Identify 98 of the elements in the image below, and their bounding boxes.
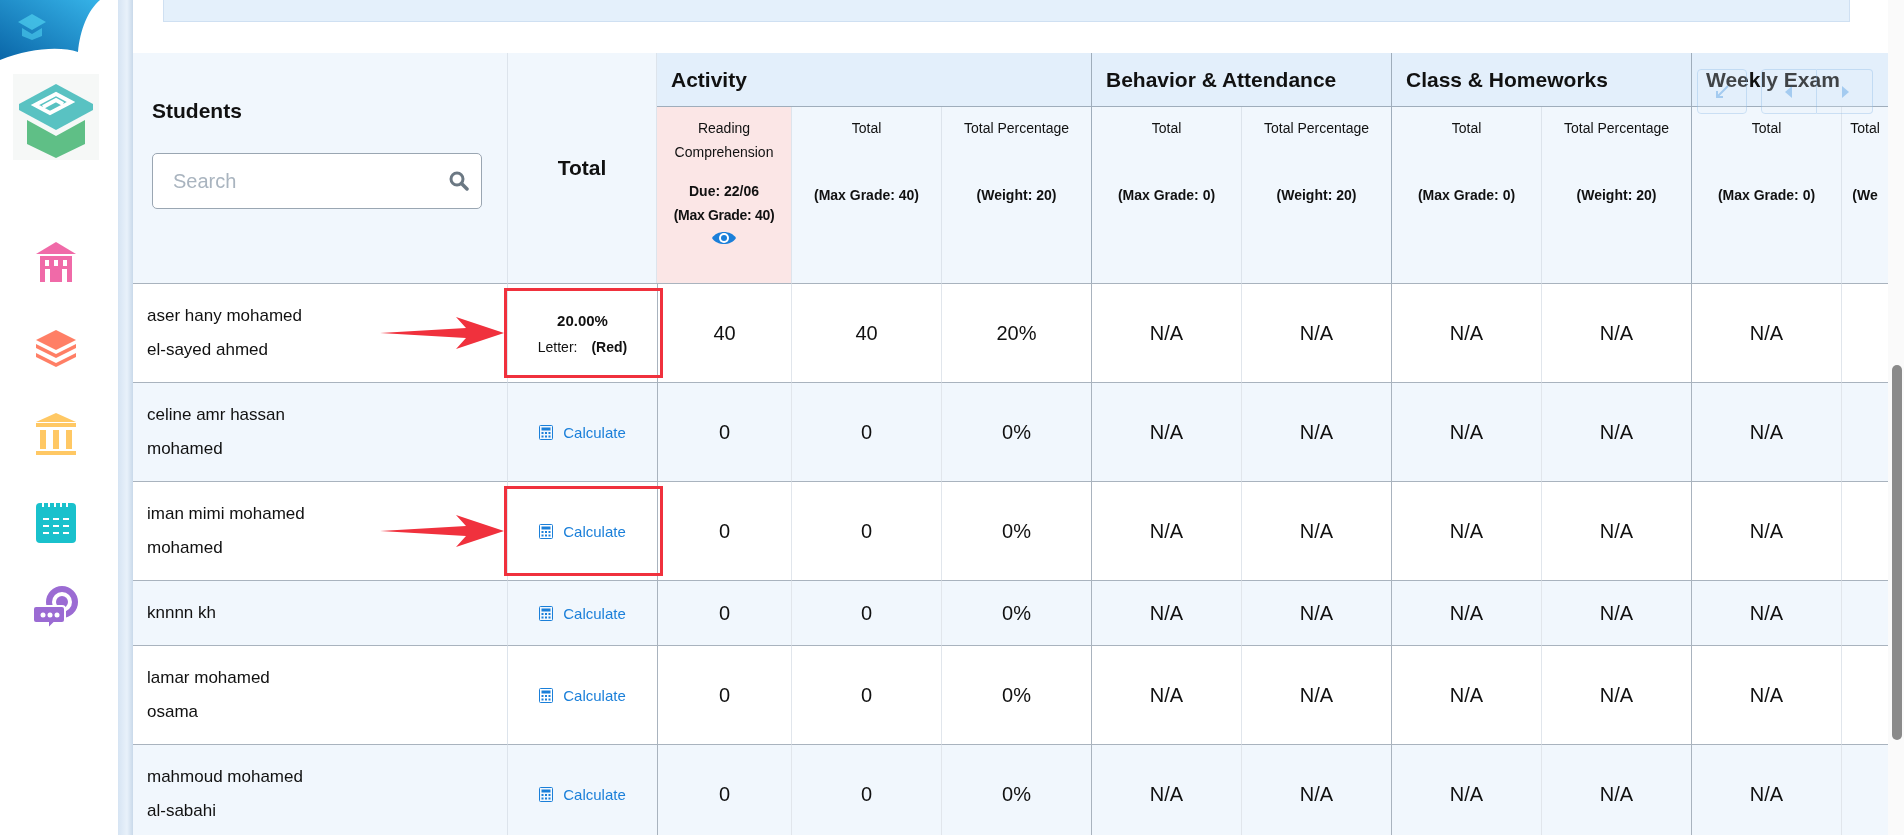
grade-cell: 0 <box>791 382 941 481</box>
group-header: Activity <box>657 53 1091 107</box>
grade-cell: N/A <box>1091 283 1241 382</box>
total-heading: Total <box>508 53 657 283</box>
column-detail: (Max Grade: 40) <box>673 206 775 225</box>
column-detail: (Weight: 20) <box>1276 186 1357 205</box>
grade-cell: N/A <box>1691 580 1841 645</box>
calculator-icon <box>539 605 554 621</box>
grade-cell: N/A <box>1541 382 1691 481</box>
calculate-link[interactable]: Calculate <box>537 684 628 706</box>
column-title: Total <box>851 119 882 138</box>
column-detail: (Max Grade: 0) <box>1717 186 1816 205</box>
grade-cell: 0 <box>657 744 791 835</box>
calculate-link[interactable]: Calculate <box>537 602 628 624</box>
grade-cell: N/A <box>1691 744 1841 835</box>
grade-cell: N/A <box>1541 283 1691 382</box>
grade-cell: 0 <box>657 645 791 744</box>
grade-cell: N/A <box>1391 580 1541 645</box>
grade-cell: N/A <box>1691 283 1841 382</box>
column-title: Total <box>1151 119 1182 138</box>
column-detail: (Max Grade: 0) <box>1417 186 1516 205</box>
column-detail: (Max Grade: 40) <box>813 186 919 205</box>
grade-cell: N/A <box>1391 744 1541 835</box>
column-title: Total Percentage <box>1563 119 1670 138</box>
student-name-cell: knnnn kh <box>133 580 508 645</box>
grade-cell: N/A <box>1091 481 1241 580</box>
letter-grade: (Red) <box>591 338 628 355</box>
grade-cell: 0 <box>657 382 791 481</box>
student-name-cell: celine amr hassan mohamed <box>133 382 508 481</box>
students-heading: Students <box>152 99 243 123</box>
column-detail: (Max Grade: 0) <box>1117 186 1216 205</box>
group-header: Class & Homeworks <box>1391 53 1691 107</box>
column-detail: (Weight: 20) <box>976 186 1057 205</box>
grade-cell: N/A <box>1391 481 1541 580</box>
grade-cell: 40 <box>791 283 941 382</box>
grade-cell: N/A <box>1541 580 1691 645</box>
grade-cell: N/A <box>1091 382 1241 481</box>
scrollbar-thumb[interactable] <box>1892 365 1902 740</box>
column-title: Total <box>1850 119 1880 138</box>
column-title: Reading Comprehension <box>673 119 775 162</box>
total-percentage: 20.00% <box>557 311 608 329</box>
column-title: Total Percentage <box>963 119 1070 138</box>
grade-cell: 0 <box>791 744 941 835</box>
student-name-cell: mahmoud mohamed al-sabahi <box>133 744 508 835</box>
grade-cell: 0% <box>941 645 1091 744</box>
grade-cell: N/A <box>1241 382 1391 481</box>
grade-cell: N/A <box>1241 645 1391 744</box>
grade-cell: N/A <box>1241 283 1391 382</box>
grade-cell: N/A <box>1241 580 1391 645</box>
grade-cell: N/A <box>1091 645 1241 744</box>
logo-icon[interactable] <box>13 74 99 160</box>
grade-cell: N/A <box>1241 744 1391 835</box>
grade-cell: 0 <box>791 580 941 645</box>
grade-cell: N/A <box>1091 580 1241 645</box>
calculator-icon <box>539 786 554 802</box>
grade-cell: 40 <box>657 283 791 382</box>
calculate-link[interactable]: Calculate <box>537 783 628 805</box>
student-name-cell: lamar mohamed osama <box>133 645 508 744</box>
grade-cell: 0% <box>941 744 1091 835</box>
grade-cell: 0% <box>941 481 1091 580</box>
search-icon <box>449 171 469 191</box>
column-title: Total <box>1451 119 1482 138</box>
group-header: Weekly Exam <box>1691 53 1888 107</box>
eye-icon[interactable] <box>711 229 737 247</box>
grade-cell: N/A <box>1541 744 1691 835</box>
grade-cell: N/A <box>1541 645 1691 744</box>
grade-cell: N/A <box>1691 645 1841 744</box>
grade-cell: 0 <box>657 580 791 645</box>
grade-cell: 0% <box>941 580 1091 645</box>
calculate-link[interactable]: Calculate <box>537 421 628 443</box>
search-input[interactable]: Search <box>171 168 449 194</box>
group-header: Behavior & Attendance <box>1091 53 1391 107</box>
grade-cell: N/A <box>1391 283 1541 382</box>
student-name-cell: iman mimi mohamed mohamed <box>133 481 508 580</box>
grade-cell: N/A <box>1241 481 1391 580</box>
grade-cell: 0% <box>941 382 1091 481</box>
grade-cell: N/A <box>1691 382 1841 481</box>
grade-cell: N/A <box>1091 744 1241 835</box>
grade-cell: 0 <box>791 481 941 580</box>
grade-cell: N/A <box>1541 481 1691 580</box>
due-date: Due: 22/06 <box>688 182 759 201</box>
calculate-link[interactable]: Calculate <box>537 520 628 542</box>
grade-cell: 0 <box>657 481 791 580</box>
calculator-icon <box>539 687 554 703</box>
student-name-cell: aser hany mohamed el-sayed ahmed <box>133 283 508 382</box>
letter-label: Letter: <box>537 338 578 355</box>
column-detail: (We <box>1852 186 1878 205</box>
grade-cell: 0 <box>791 645 941 744</box>
column-title: Total <box>1751 119 1782 138</box>
grade-cell: N/A <box>1691 481 1841 580</box>
column-detail: (Weight: 20) <box>1576 186 1657 205</box>
grade-cell: 20% <box>941 283 1091 382</box>
calculator-icon <box>539 424 554 440</box>
search-field[interactable]: Search <box>152 153 482 209</box>
column-title: Total Percentage <box>1263 119 1370 138</box>
calculator-icon <box>539 523 554 539</box>
grade-cell: N/A <box>1391 645 1541 744</box>
grade-cell: N/A <box>1391 382 1541 481</box>
